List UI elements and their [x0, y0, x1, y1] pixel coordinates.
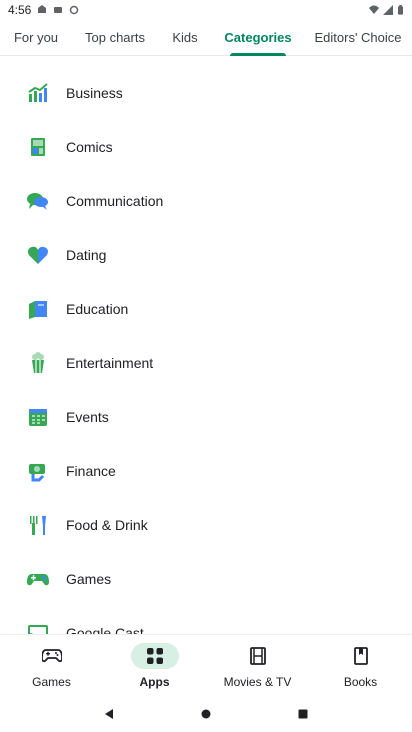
film-icon — [234, 643, 282, 669]
category-label: Business — [66, 85, 123, 101]
tab-for-you[interactable]: For you — [0, 20, 72, 56]
communication-icon — [26, 189, 50, 213]
games-icon — [26, 567, 50, 591]
comics-icon — [26, 135, 50, 159]
category-label: Google Cast — [66, 625, 144, 634]
nav-movies-tv[interactable]: Movies & TV — [206, 635, 309, 696]
tab-label: Editors' Choice — [314, 30, 402, 45]
category-label: Finance — [66, 463, 116, 479]
gamepad-icon — [28, 643, 76, 669]
tab-label: Kids — [172, 30, 198, 45]
category-item-google-cast[interactable]: Google Cast — [0, 606, 412, 634]
category-label: Dating — [66, 247, 107, 263]
nav-apps[interactable]: Apps — [103, 635, 206, 696]
nav-label: Books — [343, 674, 378, 689]
bottom-navigation: Games Apps Movies & TV Books — [0, 634, 412, 696]
category-label: Comics — [66, 139, 113, 155]
signal-icon — [383, 5, 393, 15]
nav-books[interactable]: Books — [309, 635, 412, 696]
food-drink-icon — [26, 513, 50, 537]
wifi-icon — [369, 5, 379, 14]
category-item-events[interactable]: Events — [0, 390, 412, 444]
finance-icon — [26, 459, 50, 483]
top-tabs: For you Top charts Kids Categories Edito… — [0, 20, 412, 56]
nav-label: Apps — [139, 674, 170, 689]
category-item-communication[interactable]: Communication — [0, 174, 412, 228]
category-label: Food & Drink — [66, 517, 148, 533]
category-item-finance[interactable]: Finance — [0, 444, 412, 498]
category-label: Games — [66, 571, 112, 587]
nav-label: Games — [32, 674, 71, 689]
business-icon — [26, 81, 50, 105]
book-icon — [337, 643, 385, 669]
events-icon — [26, 405, 50, 429]
tab-editors-choice[interactable]: Editors' Choice — [304, 20, 412, 56]
category-label: Events — [66, 409, 109, 425]
system-navigation-bar — [0, 696, 412, 732]
status-time: 4:56 — [8, 3, 32, 17]
status-bar: 4:56 — [0, 0, 412, 20]
education-icon — [26, 297, 50, 321]
nav-label: Movies & TV — [223, 674, 292, 689]
category-item-comics[interactable]: Comics — [0, 120, 412, 174]
category-label: Communication — [66, 193, 164, 209]
tab-label: Top charts — [85, 30, 145, 45]
tab-label: Categories — [224, 30, 292, 45]
category-item-education[interactable]: Education — [0, 282, 412, 336]
category-label: Entertainment — [66, 355, 154, 371]
category-item-business[interactable]: Business — [0, 66, 412, 120]
category-list: Business Comics Communication Dating Edu… — [0, 66, 412, 634]
apps-grid-icon — [130, 642, 179, 669]
tab-label: For you — [13, 30, 59, 45]
back-icon[interactable] — [101, 706, 117, 722]
location-icon — [38, 5, 47, 13]
home-icon[interactable] — [198, 706, 214, 722]
tab-top-charts[interactable]: Top charts — [72, 20, 158, 56]
category-item-food-drink[interactable]: Food & Drink — [0, 498, 412, 552]
sync-icon — [70, 5, 79, 15]
category-item-games[interactable]: Games — [0, 552, 412, 606]
notification-icon — [54, 7, 63, 13]
battery-icon — [398, 5, 403, 15]
tab-categories[interactable]: Categories — [212, 20, 304, 56]
entertainment-icon — [26, 351, 50, 375]
nav-games[interactable]: Games — [0, 635, 103, 696]
dating-icon — [26, 243, 50, 267]
tab-kids[interactable]: Kids — [158, 20, 212, 56]
category-item-entertainment[interactable]: Entertainment — [0, 336, 412, 390]
recents-icon[interactable] — [295, 706, 311, 722]
category-label: Education — [66, 301, 129, 317]
category-item-dating[interactable]: Dating — [0, 228, 412, 282]
google-cast-icon — [26, 621, 50, 634]
